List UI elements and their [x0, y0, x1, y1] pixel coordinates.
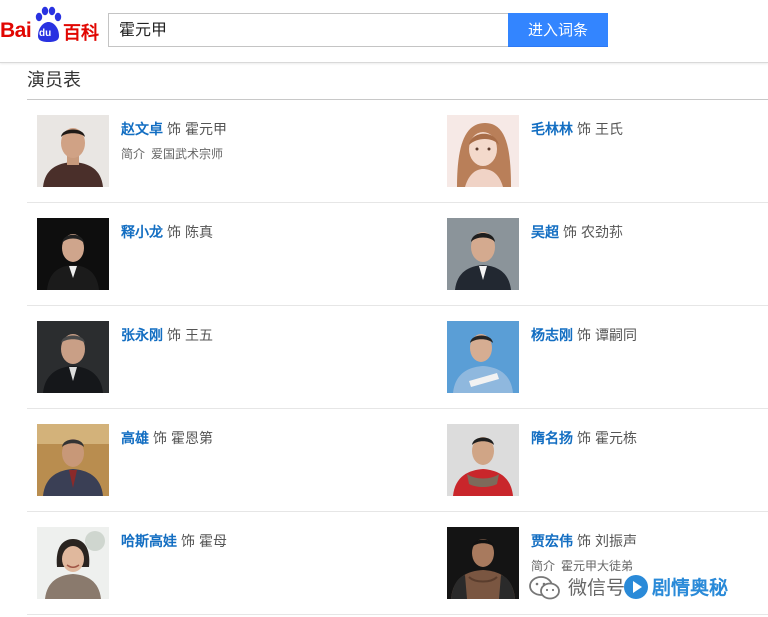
actor-name-link[interactable]: 赵文卓 [121, 122, 163, 138]
baidu-baike-logo[interactable]: Bai du 百科 [0, 6, 100, 44]
role-name: 霍元栋 [595, 431, 637, 447]
row-divider [27, 511, 768, 512]
logo-du-text: du [39, 28, 52, 39]
cast-item: 毛林林饰王氏 [447, 115, 767, 195]
actor-name-link[interactable]: 高雄 [121, 431, 149, 447]
enter-entry-button[interactable]: 进入词条 [508, 13, 608, 47]
actor-name-link[interactable]: 哈斯高娃 [121, 534, 177, 550]
actor-photo[interactable] [447, 218, 519, 290]
actor-name-link[interactable]: 杨志刚 [531, 328, 573, 344]
cast-credit: 杨志刚饰谭嗣同 [531, 325, 637, 345]
as-connector: 饰 [563, 225, 577, 241]
cast-item: 赵文卓饰霍元甲 简介 爱国武术宗师 [37, 115, 357, 195]
actor-photo[interactable] [37, 115, 109, 187]
actor-photo[interactable] [447, 115, 519, 187]
cast-credit: 哈斯高娃饰霍母 [121, 531, 227, 551]
actor-photo[interactable] [37, 321, 109, 393]
as-connector: 饰 [577, 328, 591, 344]
actor-photo[interactable] [447, 321, 519, 393]
watermark: 微信号 剧情奥秘 [528, 568, 758, 608]
as-connector: 饰 [153, 431, 167, 447]
role-name: 霍恩第 [171, 431, 213, 447]
actor-name-link[interactable]: 张永刚 [121, 328, 163, 344]
actor-photo[interactable] [447, 527, 519, 599]
logo-bai-text: Bai [0, 19, 32, 42]
role-name: 王氏 [595, 122, 623, 138]
actor-photo[interactable] [37, 218, 109, 290]
cast-item: 张永刚饰王五 [37, 321, 357, 401]
as-connector: 饰 [167, 328, 181, 344]
as-connector: 饰 [167, 225, 181, 241]
cast-item: 杨志刚饰谭嗣同 [447, 321, 767, 401]
actor-name-link[interactable]: 贾宏伟 [531, 534, 573, 550]
cast-credit: 贾宏伟饰刘振声 [531, 531, 637, 551]
intro-label: 简介 [121, 147, 146, 161]
row-divider [27, 614, 768, 615]
cast-credit: 高雄饰霍恩第 [121, 428, 213, 448]
cast-list-title: 演员表 [27, 70, 81, 91]
role-name: 刘振声 [595, 534, 637, 550]
role-name: 王五 [185, 328, 213, 344]
logo-baike-text: 百科 [63, 23, 99, 44]
title-divider [27, 99, 768, 100]
actor-name-link[interactable]: 吴超 [531, 225, 559, 241]
cast-credit: 毛林林饰王氏 [531, 119, 623, 139]
cast-credit: 隋名扬饰霍元栋 [531, 428, 637, 448]
cast-credit: 释小龙饰陈真 [121, 222, 213, 242]
wechat-icon [529, 576, 560, 600]
actor-photo[interactable] [447, 424, 519, 496]
cast-credit: 赵文卓饰霍元甲 [121, 119, 227, 139]
intro-text: 爱国武术宗师 [151, 147, 224, 161]
as-connector: 饰 [577, 431, 591, 447]
as-connector: 饰 [577, 534, 591, 550]
watermark-text: 微信号 [568, 577, 626, 599]
cast-item: 哈斯高娃饰霍母 [37, 527, 357, 607]
role-name: 霍元甲 [185, 122, 227, 138]
row-divider [27, 202, 768, 203]
role-name: 谭嗣同 [595, 328, 637, 344]
actor-name-link[interactable]: 释小龙 [121, 225, 163, 241]
role-intro: 简介 爱国武术宗师 [121, 145, 223, 162]
actor-photo[interactable] [37, 424, 109, 496]
role-name: 霍母 [199, 534, 227, 550]
actor-photo[interactable] [37, 527, 109, 599]
cast-item: 释小龙饰陈真 [37, 218, 357, 298]
as-connector: 饰 [577, 122, 591, 138]
row-divider [27, 305, 768, 306]
top-bar: Bai du 百科 霍元甲 进入词条 [0, 0, 768, 63]
play-logo-icon [624, 575, 648, 599]
watermark-brand: 剧情奥秘 [652, 577, 729, 599]
actor-name-link[interactable]: 隋名扬 [531, 431, 573, 447]
cast-credit: 吴超饰农劲荪 [531, 222, 623, 242]
cast-item: 高雄饰霍恩第 [37, 424, 357, 504]
cast-credit: 张永刚饰王五 [121, 325, 213, 345]
as-connector: 饰 [167, 122, 181, 138]
cast-item: 吴超饰农劲荪 [447, 218, 767, 298]
row-divider [27, 408, 768, 409]
search-input[interactable]: 霍元甲 [108, 13, 509, 47]
cast-item: 隋名扬饰霍元栋 [447, 424, 767, 504]
as-connector: 饰 [181, 534, 195, 550]
role-name: 农劲荪 [581, 225, 623, 241]
actor-name-link[interactable]: 毛林林 [531, 122, 573, 138]
role-name: 陈真 [185, 225, 213, 241]
